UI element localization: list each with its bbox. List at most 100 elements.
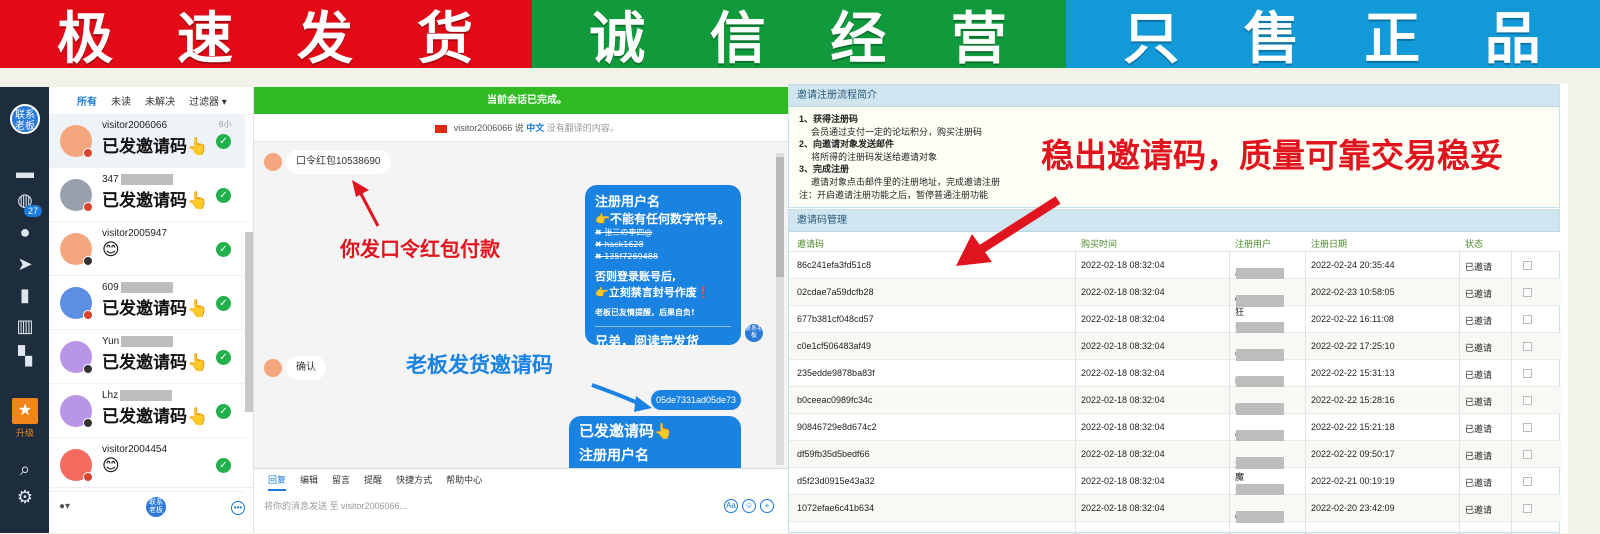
upgrade-label[interactable]: 升级: [8, 426, 42, 439]
apps-icon[interactable]: ▚: [12, 344, 38, 368]
buy-time: 2022-02-18 08:32:04: [1081, 341, 1165, 351]
register-date: 2022-02-24 20:35:44: [1311, 260, 1395, 270]
chat-icon[interactable]: ▬: [12, 160, 38, 184]
chat-app: 联系老板 ▬ ◍ 27 ● ➤ ▮ ▥ ▚ ★ 升级 ⌕ ⚙ 所有 未读 未解决…: [0, 87, 800, 533]
row-checkbox[interactable]: [1523, 315, 1532, 324]
invite-code: 02cdae7a59dcfb28: [797, 287, 874, 297]
chat-window: 当前会话已完成。 visitor2006066 说 中文 没有翻译的内容。 口令…: [254, 87, 800, 533]
row-checkbox[interactable]: [1523, 369, 1532, 378]
font-icon[interactable]: Aa: [724, 499, 738, 513]
more-icon[interactable]: •••: [231, 501, 245, 515]
user-icon[interactable]: ●: [12, 220, 38, 244]
manage-section: 邀请码管理 邀请码 购买时间 注册用户 注册日期 状态 86c241efa3fd…: [788, 209, 1561, 534]
row-checkbox[interactable]: [1523, 477, 1532, 486]
visitor-says: visitor2006066 说: [453, 123, 524, 133]
invite-code: d5f23d0915e43a32: [797, 476, 875, 486]
row-checkbox[interactable]: [1523, 288, 1532, 297]
table-row: b0ceeac0989fc34c2022-02-18 08:32:04Fu202…: [789, 387, 1561, 415]
check-icon: ✓: [216, 296, 231, 311]
list-item[interactable]: visitor2004454 😊 ✓: [49, 439, 245, 492]
visitor-name: 347: [102, 174, 173, 185]
scroll-thumb[interactable]: [776, 157, 784, 277]
table-row: 02cdae7a59dcfb282022-02-18 08:32:04wz狂20…: [789, 279, 1561, 317]
tab-all[interactable]: 所有: [77, 93, 97, 108]
tab-unread[interactable]: 未读: [111, 93, 131, 108]
user-menu-icon[interactable]: ●▾: [59, 501, 70, 512]
card-rule: 👉不能有任何数字符号。: [595, 212, 730, 226]
column-divider: [1229, 252, 1230, 534]
owner-avatar-small[interactable]: 联系老板: [146, 497, 166, 517]
translation-note: 没有翻译的内容。: [546, 123, 619, 133]
table-row: 86c241efa3fd51c82022-02-18 08:32:04ac202…: [789, 252, 1561, 280]
banner-genuine-only: 只 售 正 品: [1066, 0, 1600, 72]
visitor-name: visitor2005947: [102, 228, 168, 239]
banner-char: 诚: [589, 6, 648, 72]
buy-time: 2022-02-18 08:32:04: [1081, 476, 1165, 486]
list-item[interactable]: visitor2006066 6小 已发邀请码👆 ✓: [49, 115, 245, 168]
row-checkbox[interactable]: [1523, 396, 1532, 405]
last-message: 已发邀请码👆: [102, 191, 209, 211]
status: 已邀请: [1465, 316, 1493, 326]
banner-fast-shipping: 极 速 发 货: [0, 0, 532, 72]
search-icon[interactable]: ⌕: [12, 457, 38, 481]
list-item[interactable]: 347 已发邀请码👆 ✓: [49, 169, 245, 222]
row-checkbox[interactable]: [1523, 423, 1532, 432]
invite-code: 235edde9878ba83f: [797, 368, 875, 378]
visitor-message: 口令红包10538690: [286, 150, 391, 174]
flag-icon: [83, 418, 93, 428]
visitor-avatar: [264, 359, 282, 377]
nav-rail: 联系老板 ▬ ◍ 27 ● ➤ ▮ ▥ ▚ ★ 升级 ⌕ ⚙: [0, 87, 49, 533]
list-item[interactable]: 609 已发邀请码👆 ✓: [49, 277, 245, 330]
tab-unresolved[interactable]: 未解决: [145, 93, 175, 108]
register-date: 2022-02-22 17:25:10: [1311, 341, 1395, 351]
bad-example: ✖ 张三の李四@: [595, 228, 653, 237]
emoji-icon[interactable]: ☺: [742, 499, 756, 513]
tab-reply[interactable]: 回复: [268, 469, 287, 491]
flag-icon: [83, 310, 93, 320]
redacted-block: [121, 336, 174, 347]
banner-char: 只: [1123, 6, 1182, 72]
language-link[interactable]: 中文: [526, 123, 544, 133]
bad-example: ✖ 135f7269488: [595, 252, 658, 261]
message-input[interactable]: 将你的消息发送 至 visitor2006066...: [264, 499, 407, 512]
buy-time: 2022-02-18 08:32:04: [1081, 395, 1165, 405]
status: 已邀请: [1465, 424, 1493, 434]
tab-help[interactable]: 帮助中心: [446, 469, 482, 491]
owner-avatar[interactable]: 联系老板: [10, 104, 40, 134]
status: 已邀请: [1465, 370, 1493, 380]
add-icon[interactable]: +: [760, 499, 774, 513]
tab-shortcuts[interactable]: 快捷方式: [396, 469, 432, 491]
table-row: 1072efae6c41b6342022-02-18 08:32:04qin20…: [789, 495, 1561, 523]
register-date: 2022-02-23 10:58:05: [1311, 287, 1395, 297]
list-item[interactable]: Lhz 已发邀请码👆 ✓: [49, 385, 245, 438]
list-tabs: 所有 未读 未解决 过滤器 ▾: [49, 87, 253, 115]
tab-filter[interactable]: 过滤器 ▾: [189, 93, 227, 108]
intro-note: 注：开启邀请注册功能之后，暂停普通注册功能: [799, 189, 989, 200]
chart-icon[interactable]: ▥: [12, 314, 38, 338]
bad-example: ✖ hack1628: [595, 240, 644, 249]
row-checkbox[interactable]: [1523, 342, 1532, 351]
send-icon[interactable]: ➤: [12, 252, 38, 276]
column-divider: [1305, 252, 1306, 534]
row-checkbox[interactable]: [1523, 261, 1532, 270]
status: 已邀请: [1465, 289, 1493, 299]
tab-remind[interactable]: 提醒: [364, 469, 382, 491]
upgrade-star-icon[interactable]: ★: [12, 398, 38, 424]
col-date: 注册日期: [1311, 239, 1348, 249]
tab-edit[interactable]: 编辑: [300, 469, 318, 491]
list-scrollbar[interactable]: [245, 232, 253, 412]
last-message: 已发邀请码👆: [102, 137, 209, 157]
banner-char: 货: [417, 6, 475, 72]
tab-note[interactable]: 留言: [332, 469, 350, 491]
register-date: 2022-02-20 23:42:09: [1311, 503, 1395, 513]
gear-icon[interactable]: ⚙: [12, 485, 38, 509]
last-message: 已发邀请码👆: [102, 407, 209, 427]
book-icon[interactable]: ▮: [12, 283, 38, 307]
chat-scrollbar[interactable]: [776, 153, 784, 465]
list-item[interactable]: Yun 已发邀请码👆 ✓: [49, 331, 245, 384]
buy-time: 2022-02-18 08:32:04: [1081, 287, 1165, 297]
row-checkbox[interactable]: [1523, 504, 1532, 513]
row-checkbox[interactable]: [1523, 450, 1532, 459]
list-item[interactable]: visitor2005947 😊 ✓: [49, 223, 245, 276]
column-divider: [1511, 252, 1512, 534]
